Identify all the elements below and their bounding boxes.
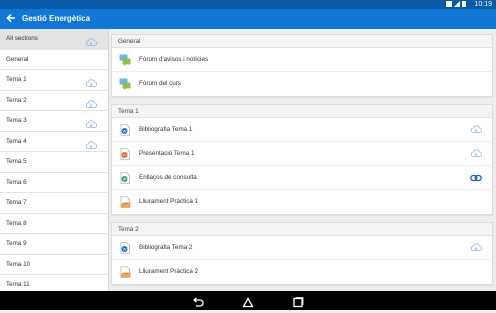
sidebar-item-label: Tema 6	[6, 178, 27, 186]
section-title: Tema 1	[112, 105, 492, 118]
page-title: Gestió Energètica	[22, 14, 91, 23]
module-label: Lliurament Pràctica 2	[139, 268, 199, 275]
navigation-bar	[0, 291, 496, 310]
sidebar-item-label: Tema 4	[6, 137, 27, 145]
sidebar-item-label: Tema 7	[6, 199, 27, 206]
cloud-download-icon[interactable]	[85, 97, 97, 108]
cloud-download-icon[interactable]	[85, 35, 97, 46]
section-card: Tema 1 W Bibliografia Tema 1 P Presentació T…	[111, 104, 493, 215]
module-label: Bibliografia Tema 1	[139, 126, 193, 133]
svg-text:W: W	[123, 247, 127, 252]
sidebar-item-label: Tema 11	[6, 281, 30, 288]
sidebar-item-label: Tema 8	[6, 219, 27, 227]
module-row[interactable]: Lliurament Pràctica 2	[112, 260, 492, 284]
cloud-download-icon[interactable]	[85, 76, 97, 87]
sidebar-item-tema-1[interactable]: Tema 1	[0, 70, 108, 91]
module-row[interactable]: Fòrum del curs	[112, 72, 492, 96]
module-label: Bibliografia Tema 2	[139, 244, 193, 251]
sidebar-item-tema-7[interactable]: Tema 7	[0, 193, 108, 214]
back-nav-icon[interactable]	[192, 295, 204, 307]
course-contents: General Fòrum d'avisos i notícies Fòrum de…	[110, 29, 496, 291]
svg-text:W: W	[123, 129, 127, 134]
sidebar-item-general[interactable]: General	[0, 50, 108, 70]
sidebar-item-tema-6[interactable]: Tema 6	[0, 173, 108, 193]
sidebar-item-label: Tema 3	[6, 117, 27, 124]
module-label: Fòrum del curs	[139, 80, 181, 87]
module-row[interactable]: Lliurament Pràctica 1	[112, 190, 492, 214]
cloud-download-icon[interactable]	[470, 243, 482, 253]
sidebar-item-tema-8[interactable]: Tema 8	[0, 214, 108, 234]
module-row[interactable]: P Presentació Tema 1	[112, 142, 492, 166]
sidebar-item-label: Tema 9	[6, 240, 27, 247]
section-title: Tema 2	[112, 223, 492, 236]
cloud-download-icon[interactable]	[85, 117, 97, 128]
module-label: Fòrum d'avisos i notícies	[139, 56, 209, 63]
sidebar-item-tema-9[interactable]: Tema 9	[0, 234, 108, 255]
forum-icon	[119, 54, 131, 66]
sidebar-item-label: All sections	[6, 35, 38, 42]
module-row[interactable]: Fòrum d'avisos i notícies	[112, 48, 492, 72]
photo-notification-icon	[446, 1, 452, 7]
sidebar-item-tema-5[interactable]: Tema 5	[0, 152, 108, 173]
sidebar-item-tema-2[interactable]: Tema 2	[0, 91, 108, 111]
module-label: Presentació Tema 1	[139, 150, 195, 157]
sidebar-item-label: Tema 10	[6, 260, 31, 268]
section-title: General	[112, 35, 492, 48]
sections-sidebar: All sections General Tema 1 Tema 2 Tema 3 Tem…	[0, 29, 109, 291]
sidebar-item-tema-11[interactable]: Tema 11	[0, 275, 108, 291]
back-arrow-icon[interactable]	[4, 12, 18, 26]
sidebar-item-label: Tema 5	[6, 158, 27, 165]
section-card: General Fòrum d'avisos i notícies Fòrum de…	[111, 34, 493, 97]
home-nav-icon[interactable]	[242, 295, 254, 308]
link-icon[interactable]	[470, 173, 482, 183]
module-row[interactable]: W Bibliografia Tema 1	[112, 118, 492, 142]
cloud-download-icon[interactable]	[85, 138, 97, 149]
pdf-document-icon: P	[119, 148, 131, 160]
forum-icon	[119, 78, 131, 90]
section-card: Tema 2 W Bibliografia Tema 2 Lliurament Prà…	[111, 222, 493, 285]
sidebar-item-label: Tema 2	[6, 96, 27, 104]
sidebar-item-label: Tema 1	[6, 76, 27, 83]
recent-apps-icon[interactable]	[292, 295, 304, 308]
cloud-download-icon[interactable]	[470, 149, 482, 159]
status-icons	[446, 1, 466, 7]
sidebar-item-tema-4[interactable]: Tema 4	[0, 132, 108, 152]
module-row[interactable]: Enllaços de consulta	[112, 166, 492, 190]
assignment-icon	[119, 196, 131, 208]
status-time: 10:19	[474, 1, 492, 8]
sidebar-item-label: General	[6, 55, 29, 63]
assignment-icon	[119, 266, 131, 278]
sidebar-item-all-sections[interactable]: All sections	[0, 29, 108, 50]
battery-icon	[462, 1, 466, 7]
cloud-download-icon[interactable]	[470, 125, 482, 135]
sidebar-item-tema-10[interactable]: Tema 10	[0, 255, 108, 275]
module-label: Enllaços de consulta	[139, 174, 197, 181]
signal-icon	[454, 1, 460, 7]
status-bar: 10:19	[0, 0, 496, 9]
url-icon	[119, 172, 131, 184]
module-label: Lliurament Pràctica 1	[139, 198, 199, 205]
word-document-icon: W	[119, 242, 131, 254]
sidebar-item-tema-3[interactable]: Tema 3	[0, 111, 108, 132]
word-document-icon: W	[119, 124, 131, 136]
module-row[interactable]: W Bibliografia Tema 2	[112, 236, 492, 260]
app-bar: Gestió Energètica	[0, 9, 496, 29]
